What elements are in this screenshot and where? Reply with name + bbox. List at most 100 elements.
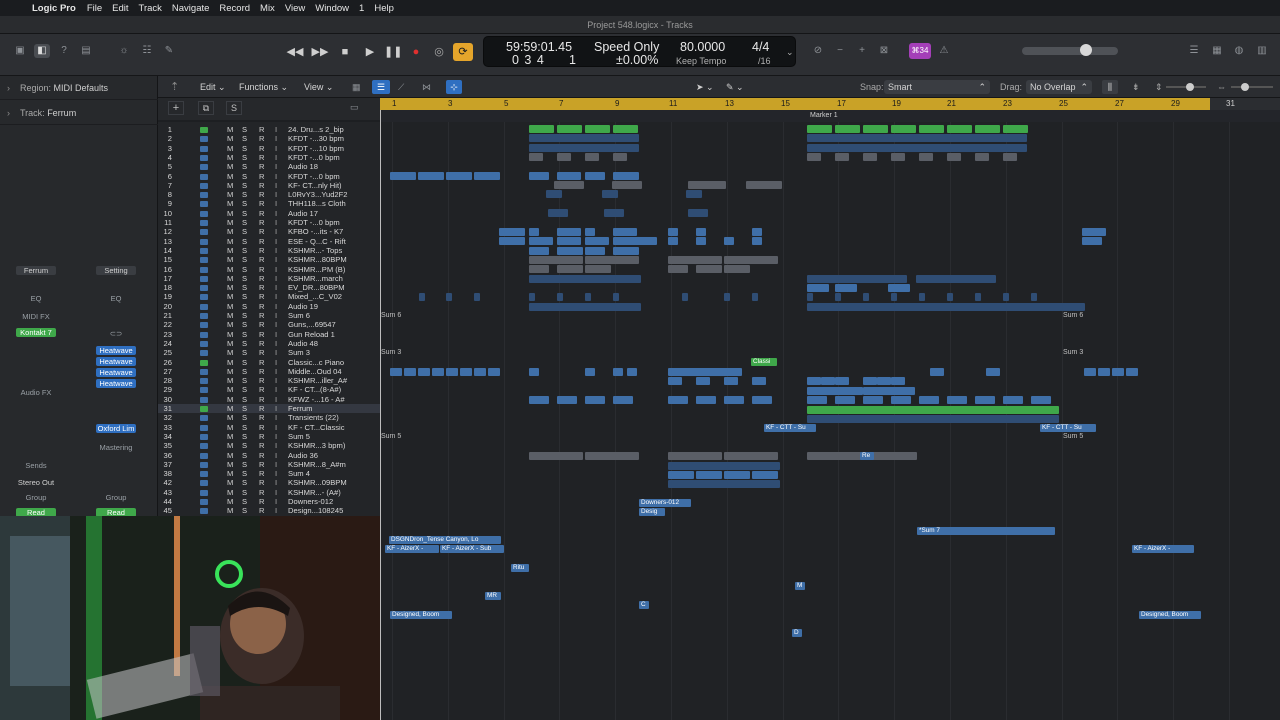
solo-button[interactable]: S	[242, 246, 247, 255]
region[interactable]	[752, 396, 772, 405]
mute-button[interactable]: M	[227, 190, 233, 199]
region-inspector-header[interactable]: › Region: MIDI Defaults	[0, 76, 158, 100]
region-mr[interactable]: MR	[485, 592, 501, 600]
strip2-name[interactable]: Setting	[96, 266, 136, 275]
solo-button[interactable]: S	[242, 441, 247, 450]
solo-button[interactable]: S	[242, 144, 247, 153]
list-editors-icon[interactable]: ☰	[1186, 44, 1202, 58]
pause-icon[interactable]: ❚❚	[384, 43, 402, 61]
strip2-oxford[interactable]: Oxford Lim	[96, 424, 136, 433]
region[interactable]	[696, 237, 706, 246]
mute-button[interactable]: M	[227, 320, 233, 329]
record-enable-button[interactable]: R	[259, 488, 264, 497]
region[interactable]	[557, 293, 563, 302]
record-enable-button[interactable]: R	[259, 274, 264, 283]
track-row[interactable]: 43 M S R I KSHMR...- (A#)	[158, 488, 380, 497]
region[interactable]	[529, 153, 543, 162]
lcd-chevron-down-icon[interactable]: ⌄	[786, 47, 794, 58]
input-monitor-button[interactable]: I	[275, 172, 277, 181]
region[interactable]	[529, 255, 583, 264]
mute-button[interactable]: M	[227, 358, 233, 367]
solo-button[interactable]: S	[242, 506, 247, 515]
input-monitor-button[interactable]: I	[275, 311, 277, 320]
record-enable-button[interactable]: R	[259, 404, 264, 413]
region[interactable]	[557, 265, 583, 274]
region[interactable]	[919, 293, 925, 302]
menu-1[interactable]: 1	[359, 3, 364, 14]
functions-menu[interactable]: Functions ⌄	[239, 80, 288, 94]
add-track-icon[interactable]: +	[168, 101, 184, 115]
region[interactable]	[1082, 227, 1106, 236]
solo-button[interactable]: S	[242, 172, 247, 181]
solo-button[interactable]: S	[242, 181, 247, 190]
horizontal-zoom-slider[interactable]	[1231, 83, 1273, 91]
track-name[interactable]: KSHMR...- Tops	[288, 246, 342, 255]
master-volume-slider[interactable]	[1022, 44, 1118, 56]
region-re[interactable]: Re	[860, 452, 874, 460]
region[interactable]	[474, 368, 486, 377]
track-name[interactable]: Audio 36	[288, 451, 318, 460]
region[interactable]	[807, 452, 861, 461]
region[interactable]	[418, 368, 430, 377]
region[interactable]	[821, 377, 835, 386]
menu-view[interactable]: View	[285, 3, 305, 14]
region[interactable]	[613, 171, 639, 180]
region[interactable]	[557, 171, 581, 180]
region[interactable]	[668, 396, 688, 405]
track-row[interactable]: 44 M S R I Downers-012	[158, 497, 380, 506]
region[interactable]	[668, 227, 678, 236]
region[interactable]	[891, 293, 897, 302]
region[interactable]	[724, 452, 778, 461]
track-name[interactable]: Sum 5	[288, 432, 310, 441]
record-enable-button[interactable]: R	[259, 283, 264, 292]
mute-button[interactable]: M	[227, 255, 233, 264]
duplicate-track-icon[interactable]: ⧉	[198, 101, 214, 115]
strip2-fx-3[interactable]: Heatwave	[96, 368, 136, 377]
region[interactable]	[585, 125, 610, 133]
region[interactable]	[1082, 237, 1102, 246]
track-name[interactable]: EV_DR...80BPM	[288, 283, 345, 292]
mute-button[interactable]: M	[227, 423, 233, 432]
region[interactable]	[724, 255, 778, 264]
record-enable-button[interactable]: R	[259, 218, 264, 227]
solo-button[interactable]: S	[242, 218, 247, 227]
track-row[interactable]: 24 M S R I Audio 48	[158, 339, 380, 348]
track-name[interactable]: Sum 4	[288, 469, 310, 478]
region[interactable]	[390, 368, 402, 377]
record-enable-button[interactable]: R	[259, 190, 264, 199]
track-name[interactable]: Audio 17	[288, 209, 318, 218]
tuner-fork-icon[interactable]: ⚠	[936, 44, 952, 58]
region[interactable]	[1003, 293, 1009, 302]
region[interactable]	[975, 396, 995, 405]
input-monitor-button[interactable]: I	[275, 237, 277, 246]
region[interactable]	[585, 265, 611, 274]
snap-select[interactable]: Smart ⌃	[884, 80, 990, 94]
strip1-sends[interactable]: Sends	[14, 461, 58, 470]
track-row[interactable]: 4 M S R I KFDT -...0 bpm	[158, 153, 380, 162]
track-row[interactable]: 32 M S R I Transients (22)	[158, 413, 380, 422]
region-aizer-1[interactable]: KF - AizerX -	[385, 545, 439, 553]
solo-button[interactable]: S	[242, 283, 247, 292]
region-dsgn[interactable]: DSGNDron_Tense Canyon, Lo	[389, 536, 501, 544]
region[interactable]	[529, 171, 549, 180]
mute-button[interactable]: M	[227, 227, 233, 236]
track-row[interactable]: 19 M S R I Mixed_...C_V02	[158, 292, 380, 301]
input-monitor-button[interactable]: I	[275, 395, 277, 404]
track-row[interactable]: 36 M S R I Audio 36	[158, 451, 380, 460]
mixer-icon[interactable]: ☷	[139, 44, 155, 58]
track-name[interactable]: KFDT -...0 bpm	[288, 153, 340, 162]
track-row[interactable]: 13 M S R I ESE - Q...C - Rift	[158, 237, 380, 246]
menu-mix[interactable]: Mix	[260, 3, 275, 14]
record-enable-button[interactable]: R	[259, 144, 264, 153]
input-monitor-button[interactable]: I	[275, 432, 277, 441]
record-enable-button[interactable]: R	[259, 441, 264, 450]
region[interactable]	[696, 377, 710, 386]
input-monitor-button[interactable]: I	[275, 385, 277, 394]
catch-playhead-icon[interactable]: ⊹	[446, 80, 462, 94]
region-desig[interactable]: Desig	[639, 508, 665, 516]
region[interactable]	[807, 125, 832, 133]
region[interactable]	[613, 125, 638, 133]
track-name[interactable]: Classic...c Piano	[288, 358, 344, 367]
record-enable-button[interactable]: R	[259, 451, 264, 460]
solo-button[interactable]: S	[242, 385, 247, 394]
